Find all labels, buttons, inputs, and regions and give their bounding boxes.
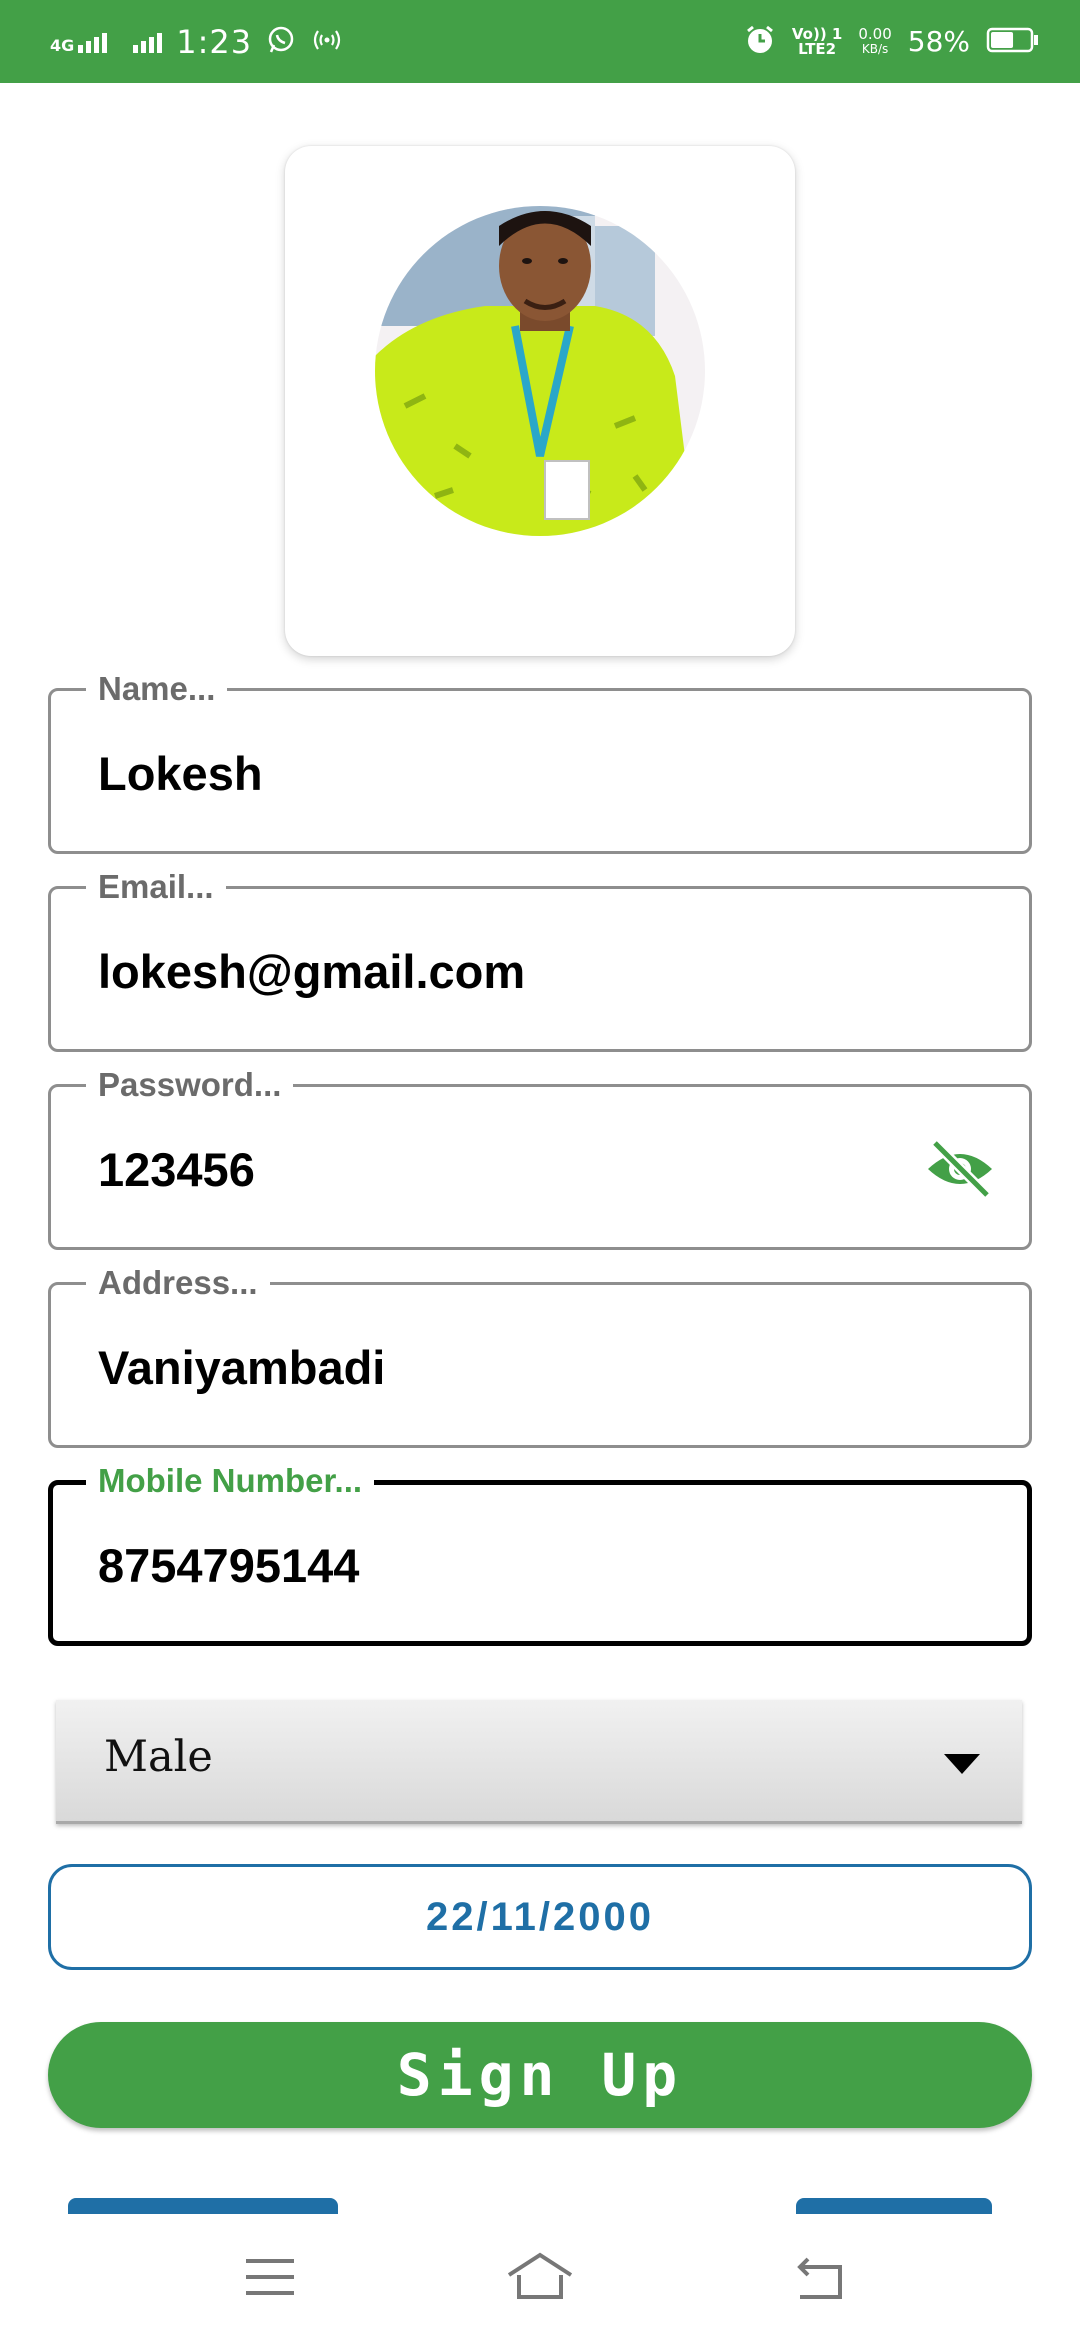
password-input[interactable]: 123456: [98, 1142, 255, 1198]
password-field[interactable]: Password... 123456: [48, 1065, 1032, 1250]
profile-picture-card[interactable]: [285, 146, 795, 656]
network-icon: 4G: [50, 31, 108, 55]
email-label: Email...: [86, 867, 226, 907]
login-link-partial[interactable]: [68, 2190, 338, 2214]
gender-dropdown[interactable]: Male: [56, 1700, 1022, 1824]
alarm-icon: [744, 24, 776, 60]
mobile-number-label: Mobile Number...: [86, 1461, 375, 1501]
password-label: Password...: [86, 1065, 294, 1105]
email-input[interactable]: lokesh@gmail.com: [98, 944, 525, 1000]
gender-selected: Male: [104, 1732, 213, 1782]
date-of-birth-button[interactable]: 22/11/2000: [48, 1864, 1032, 1970]
clock: 1:23: [176, 22, 253, 61]
navigation-bar: [0, 2214, 1080, 2340]
sign-up-button[interactable]: Sign Up: [48, 2022, 1032, 2128]
volte-line2: LTE2: [798, 39, 837, 58]
speed-value: 0.00: [858, 24, 892, 43]
address-label: Address...: [86, 1263, 270, 1303]
email-field[interactable]: Email... lokesh@gmail.com: [48, 867, 1032, 1052]
name-input[interactable]: Lokesh: [98, 746, 263, 802]
profile-photo[interactable]: [375, 206, 705, 536]
status-bar: 4G 1:23 Vo)) 1 LTE2 0.00 KB/s 58%: [0, 0, 1080, 83]
network-speed: 0.00 KB/s: [858, 24, 892, 57]
speed-unit: KB/s: [861, 41, 889, 56]
home-icon[interactable]: [505, 2247, 575, 2307]
mobile-number-field[interactable]: Mobile Number... 8754795144: [48, 1461, 1032, 1646]
volte-indicator: Vo)) 1 LTE2: [792, 26, 842, 58]
status-bar-right: Vo)) 1 LTE2 0.00 KB/s 58%: [744, 0, 1040, 83]
mobile-number-input[interactable]: 8754795144: [98, 1538, 359, 1594]
back-icon[interactable]: [790, 2247, 850, 2307]
whatsapp-icon: [266, 25, 296, 59]
eye-off-icon[interactable]: [925, 1139, 995, 1199]
address-field[interactable]: Address... Vaniyambadi: [48, 1263, 1032, 1448]
network-type: 4G: [50, 35, 75, 55]
hotspot-icon: [310, 25, 344, 59]
name-field[interactable]: Name... Lokesh: [48, 669, 1032, 854]
menu-icon[interactable]: [240, 2247, 300, 2307]
dropdown-arrow-icon: [944, 1754, 980, 1774]
status-bar-left: 4G 1:23: [50, 0, 344, 83]
address-input[interactable]: Vaniyambadi: [98, 1340, 385, 1396]
name-label: Name...: [86, 669, 228, 709]
battery-icon: [986, 26, 1040, 58]
battery-percent: 58%: [907, 25, 970, 58]
secondary-link-partial[interactable]: [796, 2190, 992, 2214]
signal-icon: [133, 31, 163, 53]
